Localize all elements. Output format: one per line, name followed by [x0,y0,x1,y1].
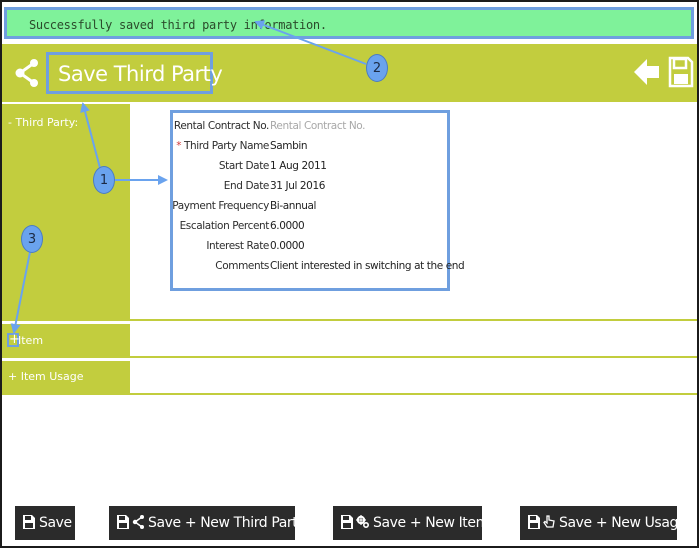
third-party-name-label-text: Third Party Name [184,140,269,152]
third-party-name-label: * Third Party Name [176,140,269,152]
save-new-item-label: Save + New Item [373,515,489,531]
escalation-percent-value[interactable]: 6.0000 [270,220,305,232]
save-new-usage-button[interactable]: Save + New Usage [520,506,687,540]
start-date-value[interactable]: 1 Aug 2011 [270,160,327,172]
payment-frequency-value[interactable]: Bi-annual [270,200,316,212]
comments-value[interactable]: Client interested in switching at the en… [270,260,465,272]
callout-badge-2: 2 [366,54,388,82]
save-new-item-button[interactable]: Save + New Item [333,506,489,540]
page-header: Save Third Party [2,44,697,102]
page-title-box: Save Third Party [46,52,223,94]
floppy-disk-icon [341,515,353,529]
end-date-label: End Date [223,180,270,192]
floppy-disk-icon [23,515,35,529]
floppy-disk-icon[interactable] [668,56,694,88]
share-icon [132,515,144,529]
detail-row-end-date: End Date 31 Jul 2016 [173,178,453,196]
gears-icon [356,515,369,528]
item-usage-section-label[interactable]: + Item Usage [8,370,84,383]
floppy-disk-icon [528,515,540,529]
start-date-label: Start Date [218,160,269,172]
detail-row-rental-contract: Rental Contract No. Rental Contract No. [173,118,453,136]
share-icon[interactable] [14,58,40,88]
third-party-section-label[interactable]: - Third Party: [8,116,78,129]
callout-badge-1: 1 [93,166,115,194]
item-section: Item [2,324,697,358]
save-button[interactable]: Save [15,506,75,540]
save-new-third-party-label: Save + New Third Party [148,515,306,531]
save-new-third-party-button[interactable]: Save + New Third Party [109,506,306,540]
end-date-value[interactable]: 31 Jul 2016 [270,180,325,192]
interest-rate-label: Interest Rate [206,240,269,252]
item-content [130,324,697,356]
escalation-percent-label: Escalation Percent [179,220,270,232]
save-button-label: Save [39,515,72,531]
success-message: Successfully saved third party informati… [29,18,327,32]
detail-row-escalation-percent: Escalation Percent 6.0000 [173,218,453,236]
required-marker: * [176,140,182,152]
callout-badge-3: 3 [21,225,43,253]
item-usage-content [130,361,697,393]
detail-row-comments: Comments Client interested in switching … [173,258,464,276]
page-title: Save Third Party [58,62,223,86]
item-usage-section: + Item Usage [2,361,697,395]
detail-row-interest-rate: Interest Rate 0.0000 [173,238,453,256]
rental-contract-label: Rental Contract No. [173,120,269,132]
floppy-disk-icon [117,515,129,529]
hand-pointer-icon [543,515,555,528]
detail-row-start-date: Start Date 1 Aug 2011 [173,158,453,176]
expand-plus-icon: + [9,332,20,347]
interest-rate-value[interactable]: 0.0000 [270,240,305,252]
detail-row-third-party-name: * Third Party Name Sambin [173,138,453,156]
back-arrow-icon[interactable] [634,58,660,86]
item-usage-sidebar: + Item Usage [2,361,130,393]
item-sidebar: Item [2,324,130,356]
rental-contract-value[interactable]: Rental Contract No. [270,120,365,132]
comments-label: Comments [215,260,269,272]
third-party-sidebar: - Third Party: [2,104,130,319]
item-expand-toggle[interactable]: + [7,332,20,347]
item-section-label[interactable]: Item [18,334,43,347]
success-notification: Successfully saved third party informati… [4,7,694,39]
third-party-name-value[interactable]: Sambin [270,140,308,152]
save-new-usage-label: Save + New Usage [559,515,687,531]
third-party-details: Rental Contract No. Rental Contract No. … [170,110,465,291]
detail-row-payment-frequency: Payment Frequency Bi-annual [172,198,453,216]
payment-frequency-label: Payment Frequency [172,200,269,212]
